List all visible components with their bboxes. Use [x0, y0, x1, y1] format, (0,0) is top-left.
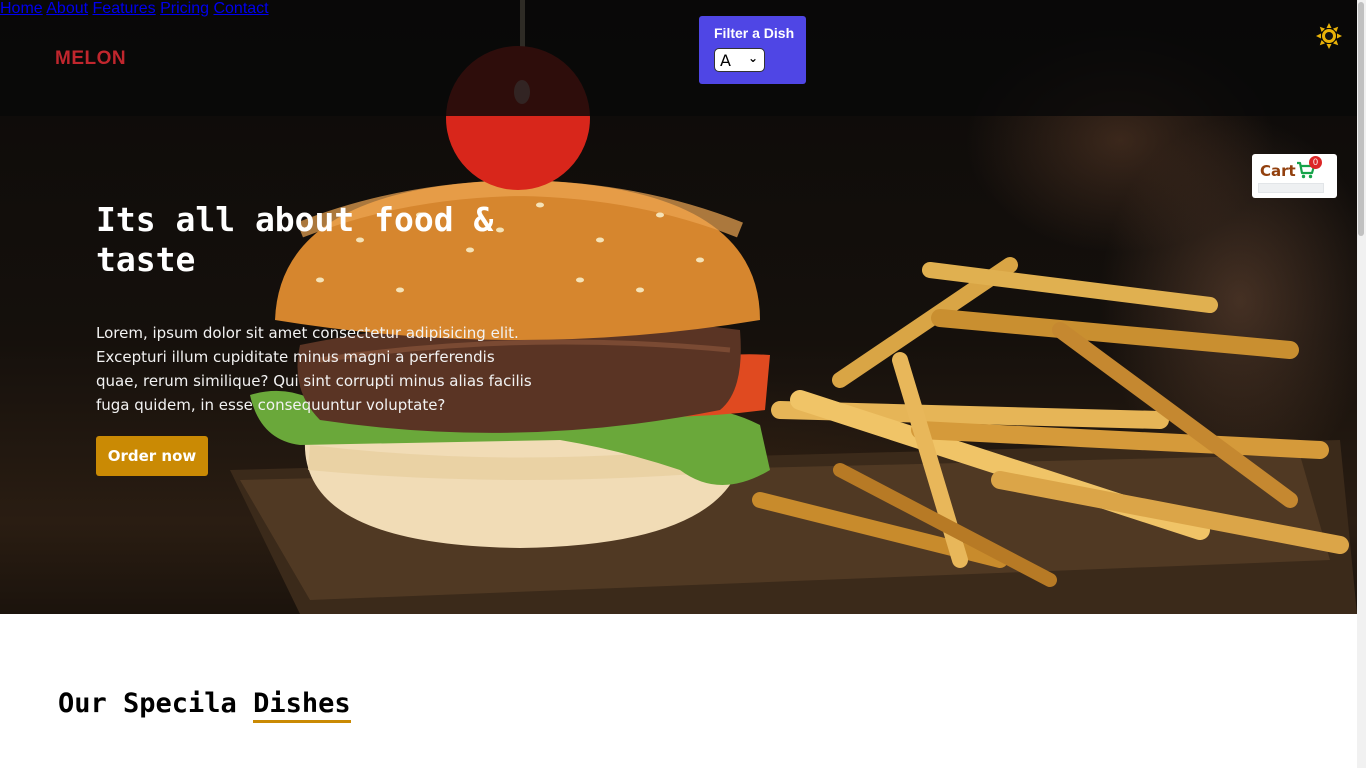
heading-highlight: Dishes: [253, 688, 351, 723]
nav-features[interactable]: Features: [93, 0, 156, 17]
cart-count-badge: 0: [1309, 156, 1322, 169]
filter-selected-value: A: [720, 50, 731, 70]
top-header: MELON Filter a Dish A ⌄ Home About Featu…: [0, 0, 1357, 116]
main-nav: Home About Features Pricing Contact: [0, 0, 1357, 18]
scrollbar-thumb[interactable]: [1358, 2, 1364, 236]
hero-title: Its all about food & taste: [96, 200, 494, 279]
dish-filter: Filter a Dish A ⌄: [699, 16, 806, 84]
hero-description: Lorem, ipsum dolor sit amet consectetur …: [96, 324, 532, 414]
sun-icon[interactable]: [1316, 23, 1342, 49]
cart-items-area: [1258, 183, 1324, 193]
chevron-down-icon: ⌄: [747, 51, 758, 65]
dish-filter-select[interactable]: A ⌄: [714, 48, 765, 72]
nav-home[interactable]: Home: [0, 0, 43, 17]
order-now-button[interactable]: Order now: [96, 436, 208, 476]
heading-part-1: Our Specila: [58, 688, 254, 719]
filter-label: Filter a Dish: [714, 25, 795, 41]
nav-contact[interactable]: Contact: [213, 0, 268, 17]
page-scrollbar[interactable]: [1357, 0, 1366, 768]
nav-about[interactable]: About: [46, 0, 88, 17]
hero-section: MELON Filter a Dish A ⌄ Home About Featu…: [0, 0, 1357, 614]
cart-label: Cart: [1260, 162, 1296, 180]
special-dishes-heading: Our Specila Dishes: [58, 688, 351, 723]
cart-widget[interactable]: Cart 0: [1252, 154, 1337, 198]
site-logo[interactable]: MELON: [55, 48, 126, 70]
nav-pricing[interactable]: Pricing: [160, 0, 209, 17]
